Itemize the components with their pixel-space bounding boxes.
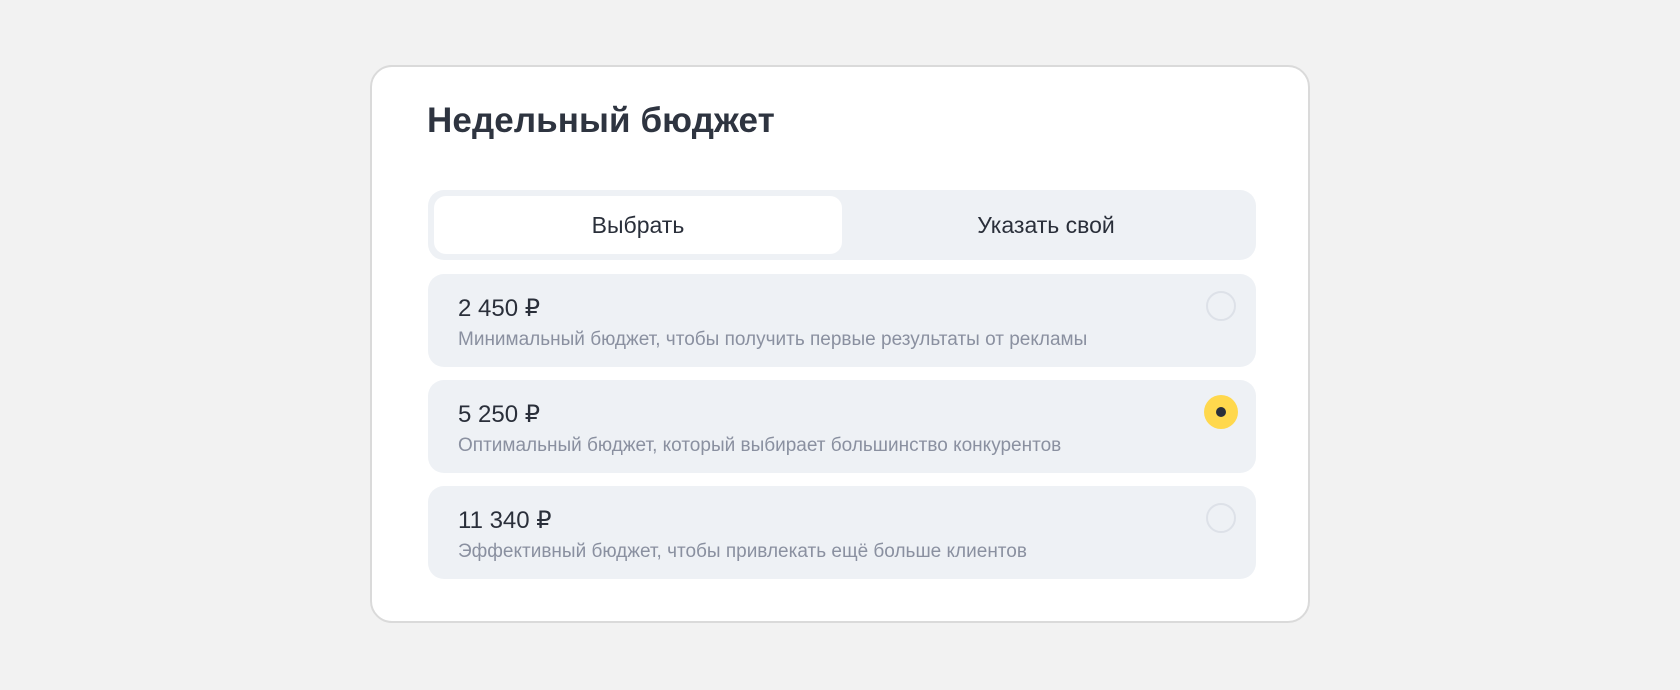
option-description: Оптимальный бюджет, который выбирает бол…	[458, 435, 1062, 456]
radio-button[interactable]	[1206, 291, 1236, 321]
option-description: Эффективный бюджет, чтобы привлекать ещё…	[458, 541, 1027, 562]
tab-custom[interactable]: Указать свой	[842, 196, 1250, 254]
option-price: 11 340 ₽	[458, 507, 552, 534]
budget-option-optimal[interactable]: 5 250 ₽ Оптимальный бюджет, который выби…	[428, 380, 1256, 473]
budget-mode-switch: Выбрать Указать свой	[428, 190, 1256, 260]
weekly-budget-card: Недельный бюджет Выбрать Указать свой 2 …	[370, 65, 1310, 623]
radio-button-checked[interactable]	[1204, 395, 1238, 429]
budget-option-minimal[interactable]: 2 450 ₽ Минимальный бюджет, чтобы получи…	[428, 274, 1256, 367]
option-price: 2 450 ₽	[458, 295, 540, 322]
option-price: 5 250 ₽	[458, 401, 540, 428]
budget-option-effective[interactable]: 11 340 ₽ Эффективный бюджет, чтобы привл…	[428, 486, 1256, 579]
card-title: Недельный бюджет	[427, 101, 775, 140]
radio-button[interactable]	[1206, 503, 1236, 533]
tab-choose[interactable]: Выбрать	[434, 196, 842, 254]
option-description: Минимальный бюджет, чтобы получить первы…	[458, 329, 1088, 350]
budget-options-list: 2 450 ₽ Минимальный бюджет, чтобы получи…	[428, 274, 1256, 592]
